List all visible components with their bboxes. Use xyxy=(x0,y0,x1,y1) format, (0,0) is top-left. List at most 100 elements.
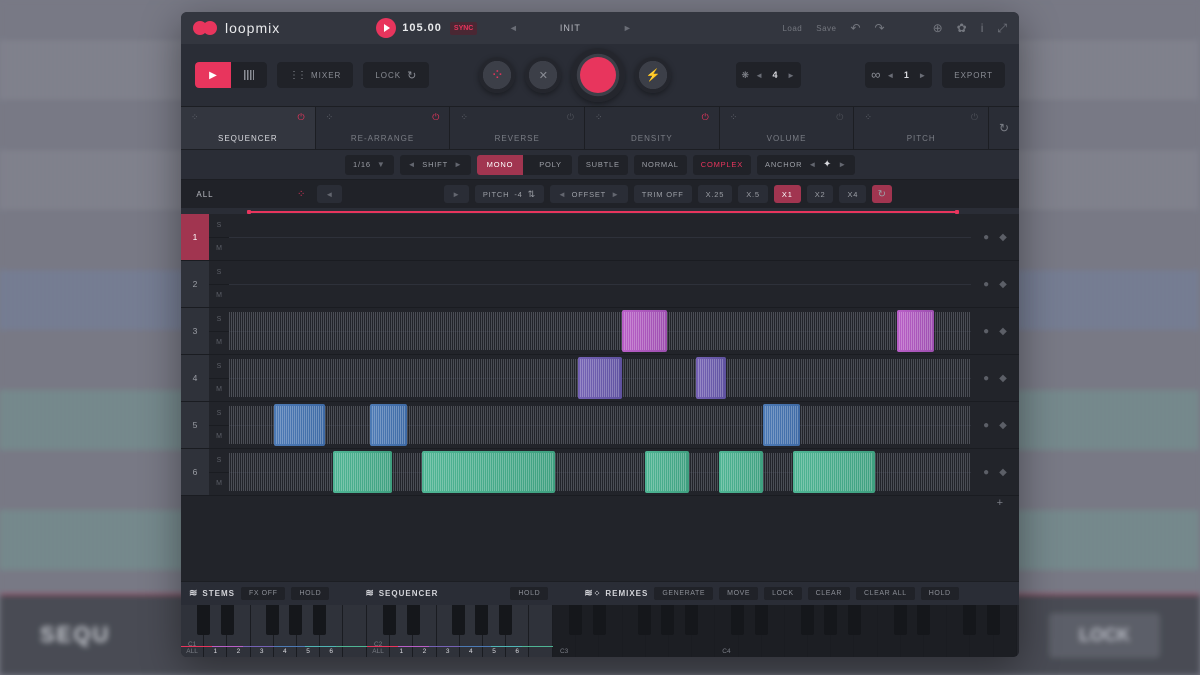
piano-black-key[interactable] xyxy=(661,605,674,635)
piano-black-key[interactable] xyxy=(917,605,930,635)
piano-black-key[interactable] xyxy=(848,605,861,635)
nav-prev[interactable]: ◄ xyxy=(317,185,342,203)
export-button[interactable]: EXPORT xyxy=(942,62,1005,88)
solo-button[interactable]: S xyxy=(209,355,229,379)
mute-button[interactable]: M xyxy=(209,332,229,355)
nav-next[interactable]: ► xyxy=(444,185,469,203)
piano-black-key[interactable] xyxy=(569,605,582,635)
tempo[interactable]: 105.00 xyxy=(376,18,442,38)
solo-button[interactable]: S xyxy=(209,449,229,473)
dice-icon[interactable]: ⁘ xyxy=(730,112,738,123)
load-button[interactable]: Load xyxy=(782,24,802,33)
record-button[interactable] xyxy=(571,48,625,102)
dice-icon[interactable]: ⁘ xyxy=(297,189,305,200)
piano-key[interactable] xyxy=(529,605,552,657)
track-lane[interactable] xyxy=(229,402,971,448)
piano-black-key[interactable] xyxy=(475,605,488,635)
piano-black-key[interactable] xyxy=(801,605,814,635)
piano-black-key[interactable] xyxy=(638,605,651,635)
zoom-x025[interactable]: X.25 xyxy=(698,185,733,203)
lock-button[interactable]: LOCK xyxy=(363,62,429,88)
steps-b-prev[interactable]: ◄ xyxy=(886,71,894,80)
track-number[interactable]: 1 xyxy=(181,214,209,260)
lock-icon[interactable]: ● xyxy=(983,326,989,337)
piano-black-key[interactable] xyxy=(963,605,976,635)
zoom-x4[interactable]: X4 xyxy=(839,185,866,203)
erase-icon[interactable]: ◆ xyxy=(999,279,1007,290)
erase-icon[interactable]: ◆ xyxy=(999,232,1007,243)
piano-black-key[interactable] xyxy=(221,605,234,635)
track-lane[interactable] xyxy=(229,355,971,401)
lock-icon[interactable]: ● xyxy=(983,279,989,290)
tab-reverse[interactable]: ⁘⏻ REVERSE xyxy=(450,107,585,149)
solo-button[interactable]: S xyxy=(209,308,229,332)
dice-icon[interactable]: ⁘ xyxy=(460,112,468,123)
shift-control[interactable]: ◄SHIFT► xyxy=(400,155,471,175)
hold-button-2[interactable]: HOLD xyxy=(510,587,548,600)
solo-button[interactable]: S xyxy=(209,261,229,285)
refresh-button[interactable] xyxy=(872,185,892,203)
preset-name[interactable]: INIT xyxy=(525,23,615,33)
undo-icon[interactable]: ↶ xyxy=(850,21,860,35)
clear-button[interactable]: CLEAR xyxy=(808,587,850,600)
mixer-button[interactable]: MIXER xyxy=(277,62,353,88)
hold-button[interactable]: HOLD xyxy=(291,587,329,600)
dice-icon[interactable]: ⁘ xyxy=(326,112,334,123)
piano-black-key[interactable] xyxy=(383,605,396,635)
power-icon[interactable]: ⏻ xyxy=(836,112,843,123)
randomize-knob[interactable] xyxy=(479,57,515,93)
steps-a-next[interactable]: ► xyxy=(787,71,795,80)
sync-button[interactable]: SYNC xyxy=(450,22,477,35)
preset-prev-icon[interactable]: ◄ xyxy=(505,20,521,36)
generate-button[interactable]: GENERATE xyxy=(654,587,713,600)
track-number[interactable]: 4 xyxy=(181,355,209,401)
piano-black-key[interactable] xyxy=(593,605,606,635)
hold-button-3[interactable]: HOLD xyxy=(921,587,959,600)
trim-button[interactable]: TRIM OFF xyxy=(634,185,692,203)
piano-black-key[interactable] xyxy=(824,605,837,635)
fxoff-button[interactable]: FX OFF xyxy=(241,587,286,600)
steps-a-prev[interactable]: ◄ xyxy=(755,71,763,80)
dice-icon[interactable]: ⁘ xyxy=(864,112,872,123)
piano-key[interactable] xyxy=(343,605,366,657)
piano-black-key[interactable] xyxy=(452,605,465,635)
lock-button-2[interactable]: LOCK xyxy=(764,587,801,600)
power-icon[interactable]: ⏻ xyxy=(971,112,978,123)
keyboard[interactable]: C1ALL 1 2 3 4 5 6 C2ALL 1 2 3 4 5 6 xyxy=(181,605,1019,657)
mute-button[interactable]: M xyxy=(209,426,229,449)
info-icon[interactable]: i xyxy=(981,21,984,35)
add-track-button[interactable]: + xyxy=(181,496,1019,510)
dice-icon[interactable]: ⁘ xyxy=(595,112,603,123)
piano-black-key[interactable] xyxy=(266,605,279,635)
play-button[interactable]: ▶ xyxy=(195,62,231,88)
track-number[interactable]: 6 xyxy=(181,449,209,495)
piano-black-key[interactable] xyxy=(313,605,326,635)
lock-icon[interactable]: ● xyxy=(983,467,989,478)
grid-select[interactable]: 1/16▼ xyxy=(345,155,394,175)
lock-icon[interactable]: ● xyxy=(983,232,989,243)
offset-control[interactable]: ◄OFFSET► xyxy=(550,185,628,203)
clearall-button[interactable]: CLEAR ALL xyxy=(856,587,915,600)
tabs-refresh-icon[interactable]: ↻ xyxy=(989,107,1019,149)
power-icon[interactable]: ⏻ xyxy=(702,112,709,123)
piano-black-key[interactable] xyxy=(987,605,1000,635)
steps-control-a[interactable]: ❋ ◄ 4 ► xyxy=(736,62,801,88)
erase-icon[interactable]: ◆ xyxy=(999,420,1007,431)
mono-poly-toggle[interactable]: MONOPOLY xyxy=(477,155,572,175)
zoom-x05[interactable]: X.5 xyxy=(738,185,768,203)
piano-black-key[interactable] xyxy=(407,605,420,635)
piano-black-key[interactable] xyxy=(731,605,744,635)
track-number[interactable]: 3 xyxy=(181,308,209,354)
erase-icon[interactable]: ◆ xyxy=(999,326,1007,337)
lock-icon[interactable]: ● xyxy=(983,420,989,431)
piano-black-key[interactable] xyxy=(755,605,768,635)
dice-icon[interactable]: ⁘ xyxy=(191,112,199,123)
track-lane[interactable] xyxy=(229,261,971,307)
mute-button[interactable]: M xyxy=(209,238,229,261)
globe-icon[interactable]: ⊕ xyxy=(933,21,943,35)
anchor-control[interactable]: ANCHOR◄► xyxy=(757,155,855,175)
mute-button[interactable]: M xyxy=(209,285,229,308)
erase-icon[interactable]: ◆ xyxy=(999,373,1007,384)
pitch-control[interactable]: PITCH-4 xyxy=(475,185,544,203)
settings-icon[interactable]: ✿ xyxy=(957,21,967,35)
